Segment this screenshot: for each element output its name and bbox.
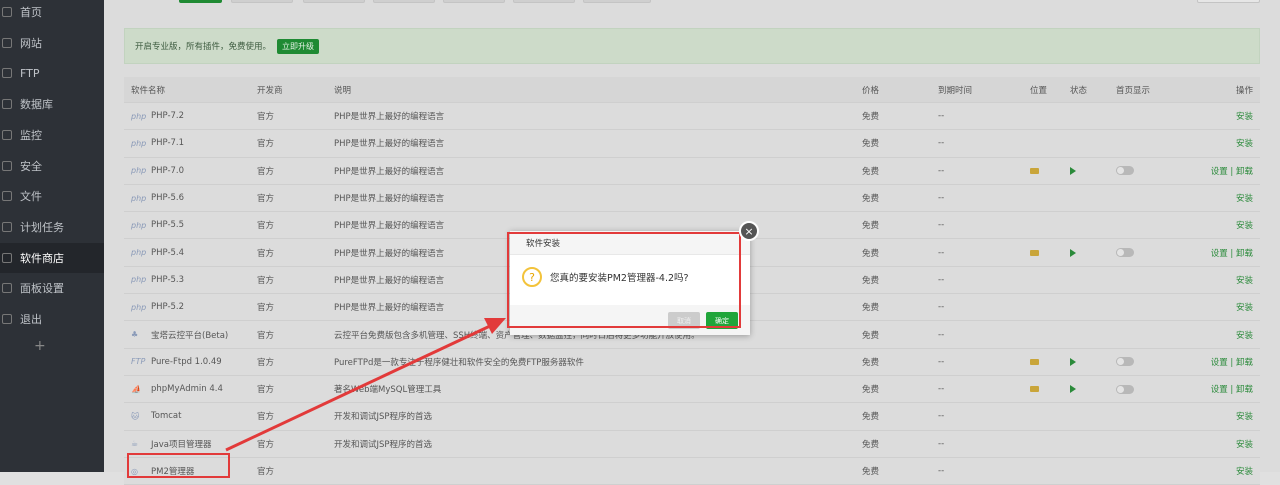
annotation-highlight-dialog: [507, 232, 741, 328]
annotation-highlight-pm2: [127, 453, 230, 478]
close-icon[interactable]: ×: [739, 221, 759, 241]
